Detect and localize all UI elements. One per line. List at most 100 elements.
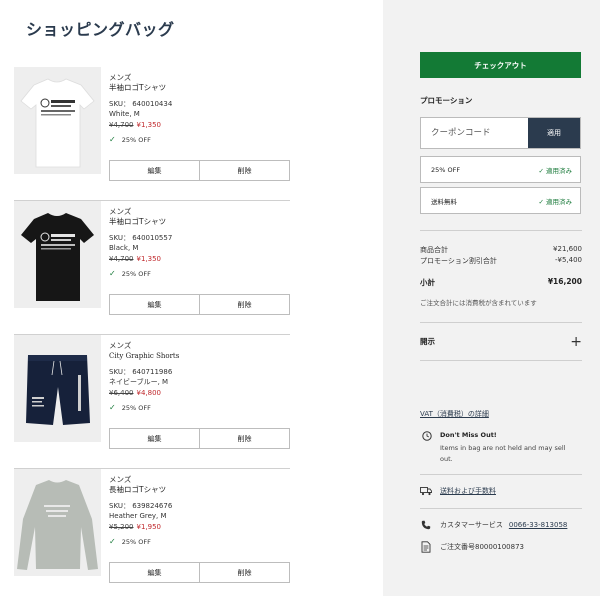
product-color-size: Black, M [109,244,139,252]
original-price: ¥4,700 [109,255,134,263]
sale-price: ¥1,350 [136,255,162,263]
discount-label: 25% OFF [121,270,151,278]
remove-button[interactable]: 削除 [200,160,290,181]
check-icon: ✓ [538,197,544,206]
page-title: ショッピングバッグ [26,20,175,39]
customer-service-phone-link[interactable]: 0066-33-813058 [509,521,568,529]
cart-item: メンズ City Graphic Shorts SKU： 640711986 ネ… [14,335,290,469]
promotion-status: ✓ 適用済み [538,166,572,175]
product-name[interactable]: City Graphic Shorts [109,351,290,361]
coupon-form: 適用 [420,117,581,149]
promotion-discount-label: プロモーション割引合計 [420,257,497,265]
customer-service-row: カスタマーサービス 0066-33-813058 [420,519,582,531]
product-image[interactable] [14,335,101,442]
product-color-size: Heather Grey, M [109,512,167,520]
edit-button[interactable]: 編集 [109,428,200,449]
merchandise-total-value: ¥21,600 [553,245,582,253]
sale-price: ¥1,950 [136,523,162,531]
product-color-size: ネイビーブルー, M [109,378,169,386]
product-sku: SKU： 639824676 [109,502,173,510]
discount-badge: ✓ 25% OFF [109,536,290,548]
order-number: ご注文番号80000100873 [440,543,524,551]
dont-miss-out-title: Don't Miss Out! [440,431,497,439]
truck-icon [420,485,432,497]
product-category: メンズ [109,341,132,350]
promotion-title: プロモーション [420,96,473,105]
vat-details-link[interactable]: VAT（消費税）の詳細 [420,409,489,419]
customer-service-label: カスタマーサービス [440,521,503,529]
coupon-input[interactable] [421,118,528,148]
dont-miss-out-body: Items in bag are not held and may sell o… [440,444,566,463]
discount-badge: ✓ 25% OFF [109,402,290,414]
product-price: ¥6,400 ¥4,800 [109,388,290,399]
product-sku: SKU： 640010557 [109,234,173,242]
check-icon: ✓ [109,269,116,278]
subtotal-row: 小計 ¥16,200 [420,277,582,288]
promotion-discount-row: プロモーション割引合計 -¥5,400 [420,256,582,266]
check-icon: ✓ [109,537,116,546]
divider [420,322,582,323]
divider [420,230,582,231]
disclosure-toggle[interactable]: 開示 + [420,333,582,350]
promotion-label: 25% OFF [431,165,461,174]
plus-icon: + [570,333,582,350]
cart-items-panel: ショッピングバッグ メンズ 半袖ロゴTシャツ SKU： 640010434 Wh… [0,0,383,596]
product-category: メンズ [109,475,132,484]
merchandise-total-label: 商品合計 [420,246,448,254]
phone-icon [420,519,432,531]
checkout-button[interactable]: チェックアウト [420,52,581,78]
check-icon: ✓ [538,166,544,175]
product-name[interactable]: 半袖ロゴTシャツ [109,217,290,227]
applied-promotion: 25% OFF ✓ 適用済み [420,156,581,183]
product-image[interactable] [14,469,101,576]
promotion-discount-value: -¥5,400 [554,256,582,264]
divider [420,474,582,475]
divider [420,360,582,361]
shipping-fees-link[interactable]: 送料および手数料 [440,486,496,496]
clock-icon [422,431,432,441]
applied-promotion: 送料無料 ✓ 適用済み [420,187,581,214]
product-price: ¥4,700 ¥1,350 [109,120,290,131]
product-price: ¥4,700 ¥1,350 [109,254,290,265]
discount-badge: ✓ 25% OFF [109,268,290,280]
remove-button[interactable]: 削除 [200,294,290,315]
divider [420,508,582,509]
remove-button[interactable]: 削除 [200,562,290,583]
merchandise-total-row: 商品合計 ¥21,600 [420,245,582,255]
sale-price: ¥4,800 [136,389,162,397]
product-image[interactable] [14,67,101,174]
product-name[interactable]: 半袖ロゴTシャツ [109,83,290,93]
discount-badge: ✓ 25% OFF [109,134,290,146]
subtotal-label: 小計 [420,278,435,287]
product-price: ¥5,200 ¥1,950 [109,522,290,533]
original-price: ¥5,200 [109,523,134,531]
product-sku: SKU： 640010434 [109,100,173,108]
promotion-status: ✓ 適用済み [538,197,572,206]
original-price: ¥6,400 [109,389,134,397]
tax-note: ご注文合計には消費税が含まれています [420,299,537,307]
product-color-size: White, M [109,110,140,118]
product-name[interactable]: 長袖ロゴTシャツ [109,485,290,495]
edit-button[interactable]: 編集 [109,562,200,583]
discount-label: 25% OFF [121,136,151,144]
product-category: メンズ [109,73,132,82]
check-icon: ✓ [109,135,116,144]
apply-coupon-button[interactable]: 適用 [528,118,580,148]
document-icon [420,541,432,553]
cart-item: メンズ 半袖ロゴTシャツ SKU： 640010434 White, M ¥4,… [14,67,290,201]
order-number-row: ご注文番号80000100873 [420,541,582,553]
original-price: ¥4,700 [109,121,134,129]
disclosure-label: 開示 [420,337,435,346]
edit-button[interactable]: 編集 [109,294,200,315]
product-sku: SKU： 640711986 [109,368,173,376]
subtotal-value: ¥16,200 [547,277,582,286]
remove-button[interactable]: 削除 [200,428,290,449]
product-image[interactable] [14,201,101,308]
promotion-label: 送料無料 [431,197,457,206]
discount-label: 25% OFF [121,538,151,546]
cart-item: メンズ 半袖ロゴTシャツ SKU： 640010557 Black, M ¥4,… [14,201,290,335]
check-icon: ✓ [109,403,116,412]
cart-item: メンズ 長袖ロゴTシャツ SKU： 639824676 Heather Grey… [14,469,290,596]
shipping-fees-row: 送料および手数料 [420,485,582,497]
edit-button[interactable]: 編集 [109,160,200,181]
